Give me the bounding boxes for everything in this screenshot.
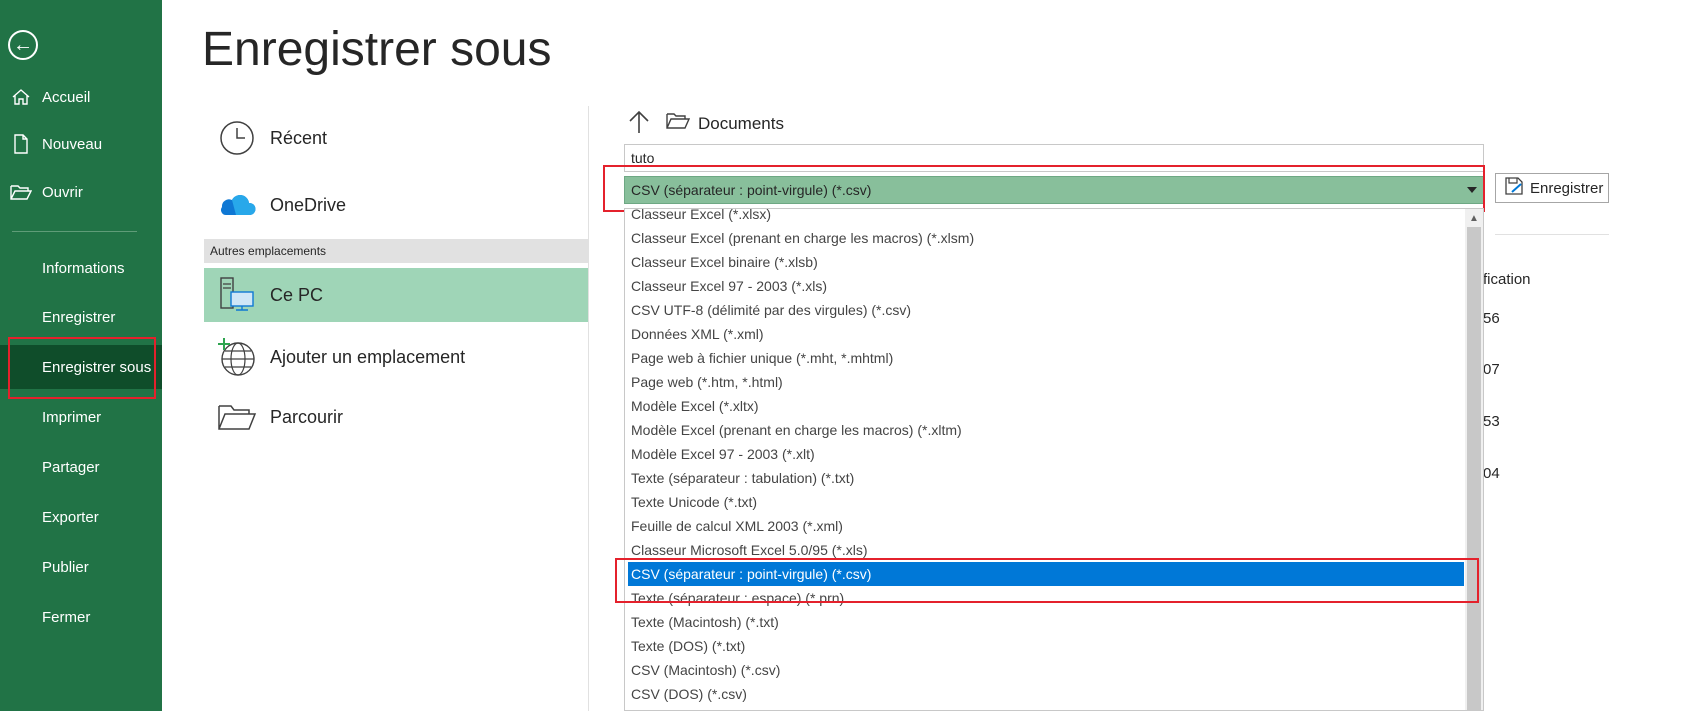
file-time: 04: [1483, 465, 1500, 482]
file-type-option[interactable]: CSV (Macintosh) (*.csv): [628, 658, 1464, 682]
location-label: Ajouter un emplacement: [270, 346, 466, 367]
location-this-pc[interactable]: Ce PC: [204, 268, 588, 322]
nav-label: Fermer: [42, 608, 91, 626]
nav-label: Accueil: [42, 88, 91, 106]
file-type-option[interactable]: Feuille de calcul XML 2003 (*.xml): [628, 514, 1464, 538]
file-type-option[interactable]: Texte (séparateur : tabulation) (*.txt): [628, 466, 1464, 490]
file-type-option[interactable]: CSV UTF-8 (délimité par des virgules) (*…: [628, 298, 1464, 322]
location-onedrive[interactable]: OneDrive: [204, 178, 588, 232]
file-type-option[interactable]: Modèle Excel (prenant en charge les macr…: [628, 418, 1464, 442]
file-type-option[interactable]: Classeur Excel (*.xlsx): [628, 209, 1464, 226]
save-label: Enregistrer: [1530, 179, 1604, 197]
file-type-option[interactable]: Classeur Microsoft Excel 5.0/95 (*.xls): [628, 538, 1464, 562]
file-type-dropdown: Classeur Excel (*.xlsx) Classeur Excel (p…: [624, 208, 1484, 711]
nav-exporter[interactable]: Exporter: [0, 495, 162, 539]
page-title: Enregistrer sous: [202, 23, 552, 76]
nav-enregistrer[interactable]: Enregistrer: [0, 295, 162, 339]
nav-accueil[interactable]: Accueil: [0, 75, 162, 119]
nav-imprimer[interactable]: Imprimer: [0, 395, 162, 439]
file-type-option[interactable]: Classeur Excel (prenant en charge les ma…: [628, 226, 1464, 250]
file-type-option[interactable]: Modèle Excel (*.xltx): [628, 394, 1464, 418]
file-type-option[interactable]: Texte Unicode (*.txt): [628, 490, 1464, 514]
file-type-option[interactable]: CSV (DOS) (*.csv): [628, 682, 1464, 706]
location-browse[interactable]: Parcourir: [204, 390, 588, 444]
backstage-sidebar: ← Accueil Nouveau Ouvrir Informations En…: [0, 0, 162, 711]
current-folder-label: Documents: [698, 113, 784, 133]
nav-ouvrir[interactable]: Ouvrir: [0, 170, 162, 214]
nav-publier[interactable]: Publier: [0, 545, 162, 589]
save-icon: [1504, 176, 1524, 200]
nav-informations[interactable]: Informations: [0, 246, 162, 290]
file-type-option[interactable]: Classeur Excel 97 - 2003 (*.xls): [628, 274, 1464, 298]
location-label: Ce PC: [270, 284, 324, 305]
filename-input[interactable]: [624, 144, 1484, 172]
file-type-option[interactable]: Page web à fichier unique (*.mht, *.mhtm…: [628, 346, 1464, 370]
file-time: 07: [1483, 361, 1500, 378]
file-type-option[interactable]: Texte (DOS) (*.txt): [628, 634, 1464, 658]
clock-icon: [204, 120, 270, 156]
computer-icon: [204, 276, 270, 314]
folder-breadcrumb[interactable]: Documents: [666, 112, 784, 135]
selected-file-type: CSV (séparateur : point-virgule) (*.csv): [631, 182, 872, 198]
scrollbar-thumb[interactable]: [1467, 227, 1481, 710]
nav-enregistrer-sous[interactable]: Enregistrer sous: [0, 345, 162, 389]
nav-partager[interactable]: Partager: [0, 445, 162, 489]
nav-label: Exporter: [42, 508, 99, 526]
file-time: 53: [1483, 413, 1500, 430]
other-locations-header: Autres emplacements: [204, 239, 588, 263]
file-time: 56: [1483, 310, 1500, 327]
right-divider: [1495, 234, 1609, 235]
nav-label: Informations: [42, 259, 125, 277]
file-type-option[interactable]: Page web (*.htm, *.html): [628, 370, 1464, 394]
file-type-select[interactable]: CSV (séparateur : point-virgule) (*.csv): [624, 176, 1484, 204]
nav-fermer[interactable]: Fermer: [0, 595, 162, 639]
back-arrow-icon[interactable]: ←: [8, 30, 38, 60]
file-type-option[interactable]: CSV (séparateur : point-virgule) (*.csv): [628, 562, 1464, 586]
column-header-modified: fication: [1483, 271, 1531, 288]
file-type-option[interactable]: Modèle Excel 97 - 2003 (*.xlt): [628, 442, 1464, 466]
new-doc-icon: [0, 134, 42, 154]
nav-label: Imprimer: [42, 408, 102, 426]
nav-nouveau[interactable]: Nouveau: [0, 122, 162, 166]
save-button[interactable]: Enregistrer: [1495, 173, 1609, 203]
globe-add-icon: [204, 337, 270, 377]
browse-folder-icon: [204, 402, 270, 432]
up-arrow-icon[interactable]: [628, 110, 650, 139]
nav-label: Ouvrir: [42, 183, 83, 201]
dropdown-caret-icon: [1467, 187, 1477, 193]
scroll-up-icon[interactable]: ▲: [1469, 213, 1479, 224]
file-type-option[interactable]: Texte (Macintosh) (*.txt): [628, 610, 1464, 634]
open-folder-icon: [0, 183, 42, 201]
nav-label: Partager: [42, 458, 100, 476]
location-label: Parcourir: [270, 406, 344, 427]
sidebar-divider: [12, 231, 137, 232]
file-type-option[interactable]: Classeur Excel binaire (*.xlsb): [628, 250, 1464, 274]
location-add[interactable]: Ajouter un emplacement: [204, 330, 588, 384]
file-type-option[interactable]: Données XML (*.xml): [628, 322, 1464, 346]
file-type-option[interactable]: Texte (séparateur : espace) (*.prn): [628, 586, 1464, 610]
nav-label: Enregistrer: [42, 308, 116, 326]
location-recent[interactable]: Récent: [204, 111, 588, 165]
onedrive-cloud-icon: [204, 193, 270, 217]
nav-label: Enregistrer sous: [42, 358, 152, 376]
location-label: Récent: [270, 127, 328, 148]
home-icon: [0, 87, 42, 107]
nav-label: Publier: [42, 558, 89, 576]
location-label: OneDrive: [270, 194, 347, 215]
folder-icon: [666, 112, 691, 135]
dropdown-scrollbar[interactable]: ▲: [1465, 209, 1483, 710]
nav-label: Nouveau: [42, 135, 103, 153]
column-divider: [588, 106, 589, 711]
